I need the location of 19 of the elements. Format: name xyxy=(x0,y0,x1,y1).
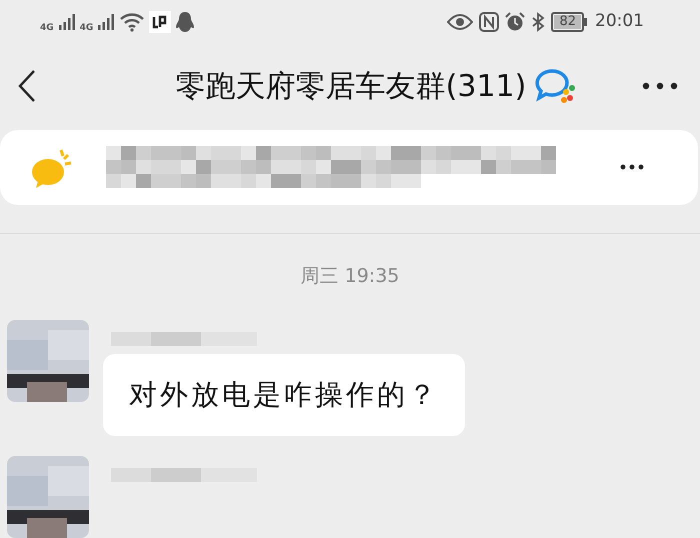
nfc-icon xyxy=(479,12,500,32)
battery-indicator: 82 xyxy=(551,12,587,32)
signal-icon xyxy=(58,12,76,31)
network-label: 4G xyxy=(80,24,94,34)
date-separator: 周三 19:35 xyxy=(300,264,400,288)
wifi-icon xyxy=(119,12,146,32)
bluetooth-icon xyxy=(531,12,546,32)
eye-icon xyxy=(447,14,474,30)
clock-time: 20:01 xyxy=(595,10,644,34)
message-bubble[interactable]: 对外放电是咋操作的？ xyxy=(103,354,465,436)
penguin-icon xyxy=(175,10,196,33)
more-icon xyxy=(620,164,644,170)
network-label: 4G xyxy=(40,24,54,34)
alarm-icon xyxy=(505,12,526,32)
chat-title: 零跑天府零居车友群(311) xyxy=(176,68,526,106)
signal-icon xyxy=(97,12,116,31)
more-icon xyxy=(642,82,678,90)
message-text: 对外放电是咋操作的？ xyxy=(129,378,439,411)
app-icon xyxy=(149,10,172,33)
